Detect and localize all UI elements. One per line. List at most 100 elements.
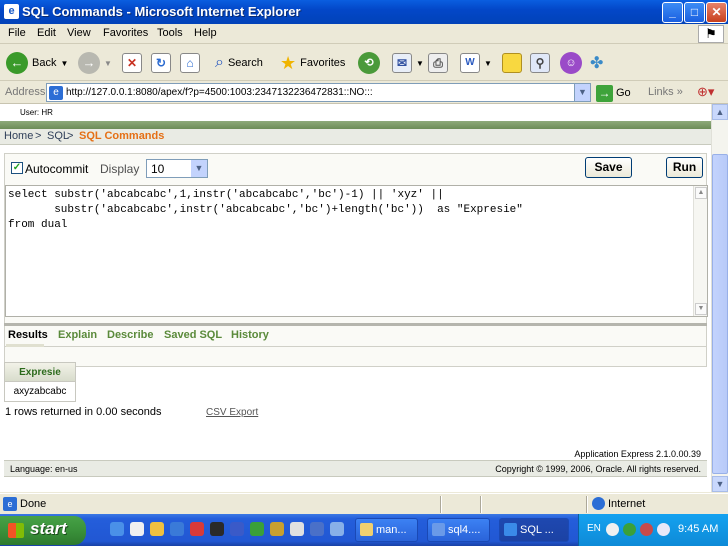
- links-label: Links: [648, 86, 674, 98]
- tab-history[interactable]: History: [231, 329, 269, 341]
- quicklaunch-icon[interactable]: [190, 522, 204, 536]
- print-button[interactable]: ⎙: [428, 51, 448, 75]
- breadcrumb-home[interactable]: Home: [4, 130, 33, 142]
- breadcrumb-current: SQL Commands: [79, 130, 165, 142]
- sql-editor[interactable]: select substr('abcabcabc',1,instr('abcab…: [5, 185, 708, 317]
- search-label: Search: [227, 57, 263, 69]
- address-input[interactable]: e http://127.0.0.1:8080/apex/f?p=4500:10…: [46, 83, 591, 102]
- menu-bar: File Edit View Favorites Tools Help ⚑: [0, 24, 728, 44]
- search-button[interactable]: ⌕ Search: [215, 51, 263, 75]
- quicklaunch-icon[interactable]: [130, 522, 144, 536]
- menu-help[interactable]: Help: [194, 27, 217, 39]
- quicklaunch-icon[interactable]: [210, 522, 224, 536]
- search-icon: ⌕: [215, 54, 224, 71]
- scroll-up-icon[interactable]: ▲: [712, 104, 728, 120]
- sql-editor-scrollbar[interactable]: ▲ ▼: [693, 186, 707, 316]
- save-button[interactable]: Save: [585, 157, 632, 178]
- maximize-button[interactable]: □: [684, 2, 705, 23]
- mail-icon: ✉: [392, 53, 412, 73]
- quicklaunch-icon[interactable]: [250, 522, 264, 536]
- quicklaunch-icon[interactable]: [310, 522, 324, 536]
- language-indicator[interactable]: EN: [587, 523, 601, 534]
- links-button[interactable]: Links »: [648, 86, 683, 98]
- menu-file[interactable]: File: [8, 27, 26, 39]
- forward-button[interactable]: → ▼: [78, 51, 112, 75]
- taskbar-item-active[interactable]: SQL ...: [499, 518, 569, 542]
- research-button[interactable]: ⚲: [530, 51, 550, 75]
- taskbar-item[interactable]: man...: [355, 518, 418, 542]
- tab-describe[interactable]: Describe: [107, 329, 153, 341]
- zone-label: Internet: [608, 498, 646, 510]
- quicklaunch-icon[interactable]: [290, 522, 304, 536]
- taskbar-item-label: man...: [376, 524, 407, 536]
- folder-icon: [360, 523, 373, 536]
- breadcrumb-sql[interactable]: SQL: [47, 130, 69, 142]
- minimize-button[interactable]: _: [662, 2, 683, 23]
- address-dropdown-icon[interactable]: ▼: [574, 84, 590, 101]
- favorites-button[interactable]: ★ Favorites: [280, 51, 345, 75]
- folder-icon: [502, 53, 522, 73]
- refresh-button[interactable]: ↻: [151, 51, 171, 75]
- run-button[interactable]: Run: [666, 157, 703, 178]
- page-scrollbar[interactable]: ▲ ▼: [711, 104, 728, 492]
- forward-dropdown-icon[interactable]: ▼: [104, 59, 112, 68]
- ie-icon: [504, 523, 517, 536]
- back-dropdown-icon[interactable]: ▼: [60, 59, 68, 68]
- menu-favorites[interactable]: Favorites: [103, 27, 148, 39]
- menu-tools[interactable]: Tools: [157, 27, 183, 39]
- quicklaunch-icon[interactable]: [150, 522, 164, 536]
- scroll-down-icon[interactable]: ▼: [712, 476, 728, 492]
- taskbar: start man... sql4.... SQL ... EN 9:45 AM: [0, 514, 728, 546]
- mail-dropdown-icon[interactable]: ▼: [416, 59, 424, 68]
- edit-dropdown-icon[interactable]: ▼: [484, 59, 492, 68]
- go-button[interactable]: → Go: [596, 84, 631, 102]
- address-label: Address: [5, 86, 46, 98]
- quicklaunch-icon[interactable]: [270, 522, 284, 536]
- page-done-icon: e: [3, 497, 17, 511]
- quicklaunch-icon[interactable]: [330, 522, 344, 536]
- discuss-button[interactable]: [502, 51, 522, 75]
- display-select[interactable]: 10 ▼: [146, 159, 208, 178]
- scroll-down-icon[interactable]: ▼: [695, 303, 707, 315]
- history-button[interactable]: ⟲: [358, 51, 380, 75]
- address-url: http://127.0.0.1:8080/apex/f?p=4500:1003…: [66, 87, 373, 98]
- quicklaunch-icon[interactable]: [230, 522, 244, 536]
- close-button[interactable]: ✕: [706, 2, 727, 23]
- tray-icon[interactable]: [657, 523, 670, 536]
- autocommit-checkbox[interactable]: ✓: [11, 162, 23, 174]
- breadcrumb: Home > SQL > SQL Commands: [0, 129, 711, 145]
- tab-results[interactable]: Results: [8, 329, 48, 341]
- tray-icon[interactable]: [640, 523, 653, 536]
- csv-export-link[interactable]: CSV Export: [206, 407, 258, 418]
- toolbar-extra-icon[interactable]: ⊕▾: [697, 84, 714, 100]
- home-button[interactable]: ⌂: [180, 51, 200, 75]
- extra-button[interactable]: ✤: [590, 51, 603, 75]
- taskbar-item[interactable]: sql4....: [427, 518, 490, 542]
- tab-explain[interactable]: Explain: [58, 329, 97, 341]
- back-button[interactable]: ← Back ▼: [6, 51, 68, 75]
- messenger-button[interactable]: ☺: [560, 51, 582, 75]
- chevron-down-icon[interactable]: ▼: [191, 160, 207, 177]
- mail-button[interactable]: ✉ ▼: [392, 51, 424, 75]
- stop-button[interactable]: ✕: [122, 51, 142, 75]
- start-button[interactable]: start: [0, 516, 86, 545]
- tray-icon[interactable]: [606, 523, 619, 536]
- quicklaunch-icon[interactable]: [170, 522, 184, 536]
- display-label: Display: [100, 162, 140, 176]
- page-footer: Language: en-us Copyright © 1999, 2006, …: [4, 460, 707, 477]
- panel-divider[interactable]: [4, 323, 707, 326]
- scroll-up-icon[interactable]: ▲: [695, 187, 707, 199]
- app-version: Application Express 2.1.0.00.39: [574, 449, 701, 459]
- tab-underline: [4, 346, 707, 347]
- menu-edit[interactable]: Edit: [37, 27, 56, 39]
- go-label: Go: [616, 87, 631, 99]
- edit-button[interactable]: W ▼: [460, 51, 492, 75]
- menu-view[interactable]: View: [67, 27, 91, 39]
- table-cell: axyzabcabc: [5, 382, 75, 401]
- scroll-thumb[interactable]: [712, 154, 728, 474]
- quicklaunch-icon[interactable]: [110, 522, 124, 536]
- tab-saved-sql[interactable]: Saved SQL: [164, 329, 222, 341]
- tray-icon[interactable]: [623, 523, 636, 536]
- status-bar: e Done Internet: [0, 493, 728, 514]
- header-band: [0, 121, 711, 129]
